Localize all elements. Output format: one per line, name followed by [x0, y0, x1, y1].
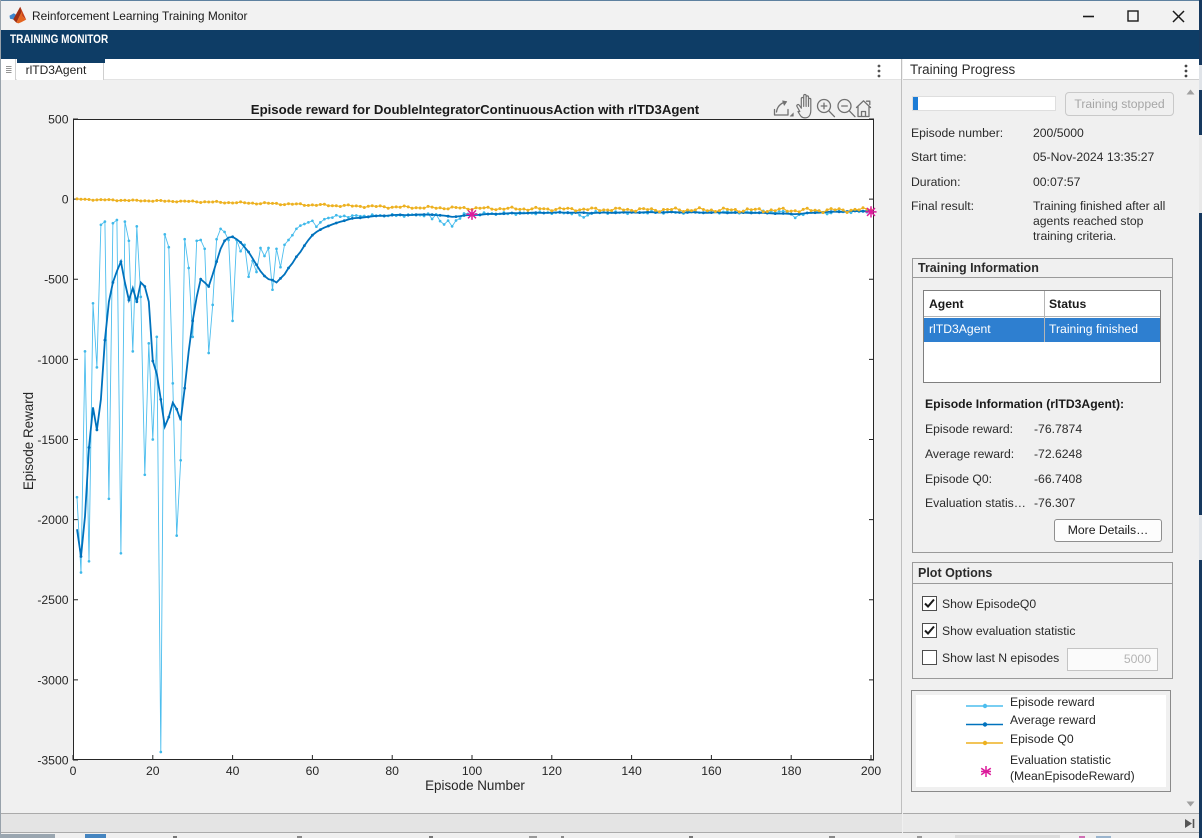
svg-text:-1500: -1500: [37, 433, 68, 447]
svg-text:500: 500: [48, 112, 69, 126]
svg-text:40: 40: [226, 764, 240, 778]
svg-text:0: 0: [62, 193, 69, 207]
svg-text:-1000: -1000: [37, 353, 68, 367]
svg-text:-500: -500: [44, 273, 69, 287]
svg-text:-2500: -2500: [37, 593, 68, 607]
svg-text:-3500: -3500: [37, 753, 68, 767]
svg-text:60: 60: [306, 764, 320, 778]
svg-text:0: 0: [70, 764, 77, 778]
svg-text:180: 180: [781, 764, 802, 778]
svg-text:-3000: -3000: [37, 673, 68, 687]
svg-text:160: 160: [701, 764, 722, 778]
svg-text:100: 100: [462, 764, 483, 778]
svg-text:120: 120: [542, 764, 563, 778]
svg-text:80: 80: [385, 764, 399, 778]
svg-text:-2000: -2000: [37, 513, 68, 527]
svg-text:200: 200: [861, 764, 882, 778]
svg-text:20: 20: [146, 764, 160, 778]
svg-text:140: 140: [621, 764, 642, 778]
